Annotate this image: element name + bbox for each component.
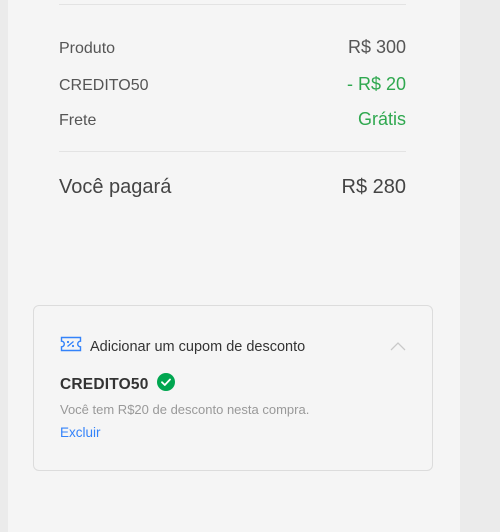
shipping-row: Frete Grátis	[59, 109, 406, 130]
shipping-value: Grátis	[357, 109, 406, 129]
remove-coupon-link[interactable]: Excluir	[60, 425, 101, 440]
applied-coupon: CREDITO50	[60, 373, 175, 396]
product-row: Produto R$ 300	[59, 37, 406, 58]
total-value: R$ 280	[341, 176, 407, 198]
product-value: R$ 300	[347, 37, 406, 57]
coupon-title: Adicionar um cupom de desconto	[90, 338, 306, 355]
total-label: Você pagará	[59, 176, 172, 198]
check-circle-icon	[156, 373, 175, 396]
coupon-box: Adicionar um cupom de desconto CREDITO50…	[33, 305, 433, 471]
total-row: Você pagará R$ 280	[59, 176, 406, 199]
product-label: Produto	[59, 40, 116, 57]
top-divider	[59, 4, 406, 5]
coupon-description: Você tem R$20 de desconto nesta compra.	[60, 402, 310, 417]
coupon-code: CREDITO50	[60, 375, 149, 393]
coupon-discount-value: - R$ 20	[346, 74, 406, 94]
shipping-label: Frete	[59, 112, 97, 129]
chevron-up-icon[interactable]	[390, 338, 406, 356]
coupon-ticket-icon	[60, 336, 82, 357]
coupon-discount-row: CREDITO50 - R$ 20	[59, 74, 406, 95]
coupon-discount-label: CREDITO50	[59, 77, 149, 94]
coupon-toggle[interactable]: Adicionar um cupom de desconto	[60, 336, 305, 357]
summary-divider	[59, 151, 406, 152]
